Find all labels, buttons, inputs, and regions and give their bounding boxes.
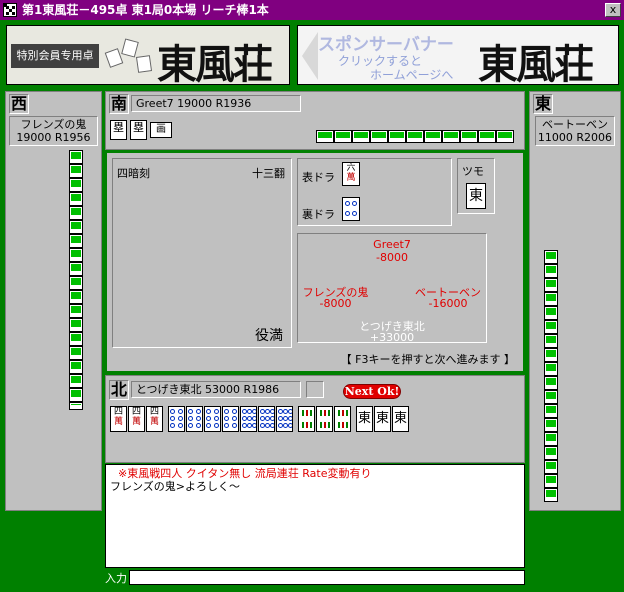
close-button[interactable]: x: [605, 3, 621, 17]
yaku-limit: 役満: [255, 328, 283, 344]
hand-tile-east[interactable]: 東: [392, 406, 409, 432]
chat-rules-line: ※東風戦四人 クイタン無し 流局連荘 Rate変動有り: [118, 467, 372, 480]
dora-tile: 六萬: [342, 162, 360, 186]
f3-hint: 【 F3キーを押すと次へ進みます 】: [340, 353, 515, 366]
south-panel: 南 Greet7 19000 R1936 塁 塁 画: [105, 91, 525, 150]
chat-message: フレンズの鬼>よろしく～: [110, 480, 240, 493]
north-player-info: とつげき東北 53000 R1986: [131, 381, 301, 398]
north-panel: 北 とつげき東北 53000 R1986 Next Ok! 四萬 四萬 四萬 東…: [105, 375, 525, 463]
hand-tile-man[interactable]: 四萬: [128, 406, 145, 432]
east-seat-label: 東: [533, 94, 553, 114]
west-panel: 西 フレンズの鬼 19000 R1956: [5, 91, 102, 511]
window-title: 第1東風荘－495卓 東1局0本場 リーチ棒1本: [22, 3, 269, 17]
north-status-box: [306, 381, 324, 398]
score-p4-delta: +33000: [369, 331, 415, 344]
tsumo-tile: 東: [466, 183, 486, 209]
dora-label: 表ドラ: [302, 171, 335, 184]
hand-tile-pin[interactable]: [258, 406, 275, 432]
score-p1-name: Greet7: [373, 238, 411, 251]
banner-tile-icon: [121, 38, 139, 58]
hand-tile-sou[interactable]: [298, 406, 315, 432]
yaku-han: 十三翻: [252, 167, 285, 180]
dice-icon[interactable]: [3, 3, 17, 17]
result-panel: 四暗刻 十三翻 役満 表ドラ 六萬 裏ドラ ツモ 東 Greet7 -8000 …: [105, 151, 525, 373]
hand-tile-pin[interactable]: [240, 406, 257, 432]
west-player-score: 19000 R1956: [16, 131, 91, 144]
south-player-info: Greet7 19000 R1936: [131, 95, 301, 112]
yaku-box: 四暗刻 十三翻 役満: [112, 158, 292, 348]
score-p2-delta: -8000: [319, 297, 352, 310]
south-wall: [316, 130, 516, 143]
hand-tile-man[interactable]: 四萬: [146, 406, 163, 432]
score-p3-delta: -16000: [428, 297, 468, 310]
sponsor-line3: ホームページへ: [370, 68, 454, 82]
east-player-score: 11000 R2006: [537, 131, 613, 144]
meld-tile: 塁: [110, 120, 127, 140]
meld-tile: 塁: [130, 120, 147, 140]
south-seat-label: 南: [109, 94, 129, 114]
east-player-info: ベートーベン 11000 R2006: [535, 116, 615, 146]
tsumo-label: ツモ: [462, 165, 484, 178]
hand-tile-pin[interactable]: [204, 406, 221, 432]
meld-tile: 画: [150, 122, 172, 138]
sponsor-banner[interactable]: スポンサーバナー クリックすると ホームページへ 東風荘: [297, 25, 619, 85]
next-ok-button[interactable]: Next Ok!: [343, 384, 401, 399]
hand-tile-sou[interactable]: [334, 406, 351, 432]
north-seat-label: 北: [109, 380, 129, 400]
west-player-info: フレンズの鬼 19000 R1956: [9, 116, 98, 146]
yaku-name: 四暗刻: [117, 167, 150, 180]
ura-label: 裏ドラ: [302, 208, 335, 221]
banner-member-text: 特別会員专用卓: [11, 44, 99, 68]
dora-box: 表ドラ 六萬 裏ドラ: [297, 158, 452, 226]
arrow-left-icon: [302, 32, 318, 80]
banner-tile-icon: [104, 48, 124, 68]
west-player-name: フレンズの鬼: [20, 118, 87, 131]
hand-tile-pin[interactable]: [168, 406, 185, 432]
member-banner[interactable]: 特別会員专用卓 東風荘: [6, 25, 290, 85]
east-panel: 東 ベートーベン 11000 R2006: [529, 91, 621, 511]
hand-tile-pin[interactable]: [276, 406, 293, 432]
east-wall: [544, 250, 558, 506]
chat-input[interactable]: [129, 570, 525, 585]
hand-tile-east[interactable]: 東: [374, 406, 391, 432]
score-p1-delta: -8000: [376, 251, 408, 264]
west-seat-label: 西: [9, 94, 29, 114]
west-wall: [69, 150, 83, 410]
tsumo-box: ツモ 東: [457, 158, 495, 214]
banner-logo: 東風荘: [157, 41, 273, 85]
hand-tile-east[interactable]: 東: [356, 406, 373, 432]
hand-tile-pin[interactable]: [186, 406, 203, 432]
east-player-name: ベートーベン: [542, 118, 608, 131]
hand-tile-sou[interactable]: [316, 406, 333, 432]
input-label: 入力: [105, 572, 127, 585]
hand-tile-pin[interactable]: [222, 406, 239, 432]
score-box: Greet7 -8000 フレンズの鬼 -8000 ベートーベン -16000 …: [297, 233, 487, 344]
chat-log[interactable]: ※東風戦四人 クイタン無し 流局連荘 Rate変動有り フレンズの鬼>よろしく～: [105, 464, 525, 568]
banner-tile-icon: [135, 55, 153, 73]
sponsor-logo: 東風荘: [478, 41, 594, 85]
hand-tile-man[interactable]: 四萬: [110, 406, 127, 432]
ura-dora-tile: [342, 197, 360, 221]
title-bar: 第1東風荘－495卓 東1局0本場 リーチ棒1本: [0, 0, 624, 20]
